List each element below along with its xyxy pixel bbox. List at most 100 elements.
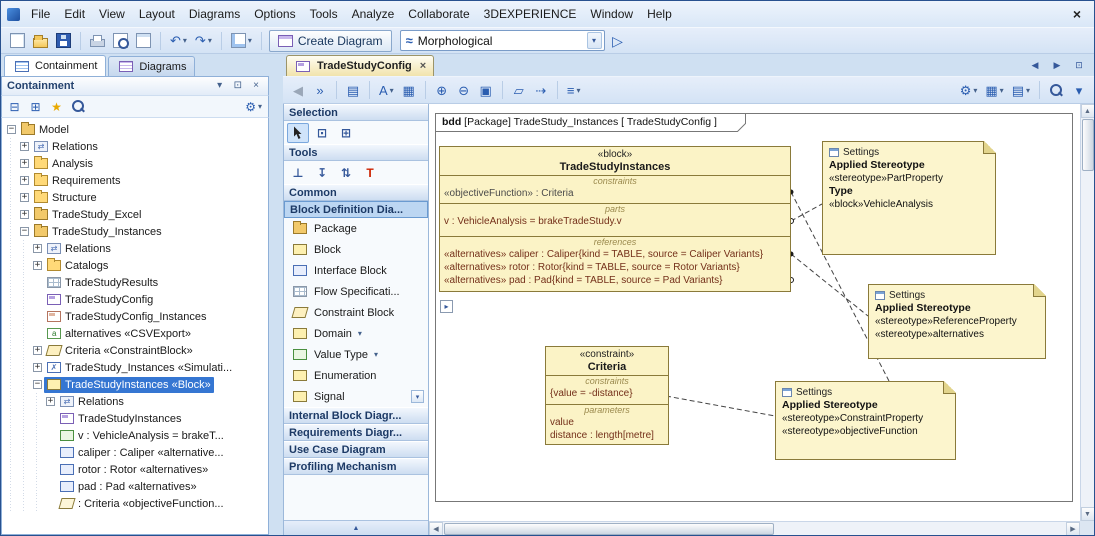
tabs-scroll-right-button[interactable]: ▶: [1047, 54, 1067, 76]
tree-item-rotor-rotor-alternatives[interactable]: rotor : Rotor «alternatives»: [5, 461, 268, 478]
text-tool[interactable]: T: [359, 163, 381, 183]
palette-category-selection[interactable]: Selection: [284, 104, 428, 121]
page-setup-button[interactable]: [133, 30, 154, 52]
expander-icon[interactable]: −: [20, 227, 29, 236]
anchor-line-referenceproperty[interactable]: [791, 254, 868, 316]
menu-help[interactable]: Help: [640, 5, 679, 23]
dependency-button[interactable]: ⇢: [531, 79, 551, 101]
print-preview-button[interactable]: [110, 30, 131, 52]
marquee-select-tool[interactable]: ⊡: [311, 123, 333, 143]
quick-search-button[interactable]: [68, 97, 89, 116]
panel-float-button[interactable]: ⊡: [231, 78, 245, 94]
palette-scroll-down-button[interactable]: ▾: [411, 390, 424, 403]
expander-icon[interactable]: +: [20, 159, 29, 168]
quick-layout-button[interactable]: ≡▾: [564, 79, 584, 101]
tabs-maximize-button[interactable]: ⊡: [1069, 54, 1089, 76]
vertical-scroll-thumb[interactable]: [1082, 119, 1094, 171]
undo-button[interactable]: ↶▾: [167, 30, 190, 52]
constraint-expression[interactable]: {value = -distance}: [546, 387, 668, 400]
palette-category-profiling-mechanism[interactable]: Profiling Mechanism: [284, 458, 428, 475]
tabs-scroll-left-button[interactable]: ◀: [1025, 54, 1045, 76]
palette-category-tools[interactable]: Tools: [284, 144, 428, 161]
palette-category-internal-block-diagr[interactable]: Internal Block Diagr...: [284, 407, 428, 424]
perspective-combobox[interactable]: ≈ Morphological ▾: [400, 30, 605, 51]
menu-options[interactable]: Options: [247, 5, 302, 23]
distribute-tool[interactable]: ⇅: [335, 163, 357, 183]
note-shape-button[interactable]: ▱: [509, 79, 529, 101]
settings-note-partproperty[interactable]: Settings Applied Stereotype «stereotype»…: [822, 141, 996, 255]
palette-item-package[interactable]: Package: [284, 218, 428, 239]
browse-tool[interactable]: ⊞: [335, 123, 357, 143]
swimlane-tool[interactable]: ↧: [311, 163, 333, 183]
redo-button[interactable]: ↷▾: [192, 30, 215, 52]
vertical-scrollbar[interactable]: ▲ ▼: [1080, 104, 1094, 521]
tree-item-tradestudyinstances[interactable]: TradeStudyInstances: [5, 410, 268, 427]
save-project-button[interactable]: [53, 30, 74, 52]
create-diagram-button[interactable]: Create Diagram: [269, 30, 392, 52]
back-button[interactable]: ◀: [288, 79, 308, 101]
expander-icon[interactable]: +: [33, 346, 42, 355]
diagram-aspect-button[interactable]: ▦: [399, 79, 419, 101]
tree-item-tradestudyconfig-instances[interactable]: TradeStudyConfig_Instances: [5, 308, 268, 325]
constraint-block-criteria[interactable]: «constraint» Criteria constraints {value…: [545, 346, 669, 445]
palette-item-signal[interactable]: Signal▾: [284, 386, 428, 407]
menu-collaborate[interactable]: Collaborate: [401, 5, 476, 23]
anchor-line-criteria[interactable]: [666, 396, 775, 416]
tree-item-alternatives-csvexport[interactable]: alternatives «CSVExport»: [5, 325, 268, 342]
tree-item-relations[interactable]: +Relations: [5, 138, 268, 155]
tab-containment[interactable]: Containment: [4, 55, 106, 76]
tree-item-tradestudy-excel[interactable]: +TradeStudy_Excel: [5, 206, 268, 223]
expander-icon[interactable]: +: [33, 261, 42, 270]
menu-3dexperience[interactable]: 3DEXPERIENCE: [477, 5, 584, 23]
expander-icon[interactable]: +: [20, 176, 29, 185]
palette-item-block[interactable]: Block: [284, 239, 428, 260]
menu-edit[interactable]: Edit: [57, 5, 92, 23]
open-perspective-button[interactable]: ▷: [608, 30, 628, 52]
horizontal-scrollbar[interactable]: ◀ ▶: [429, 521, 1080, 535]
tree-item-analysis[interactable]: +Analysis: [5, 155, 268, 172]
panel-options-button[interactable]: ▾: [213, 78, 227, 94]
tree-item-pad-pad-alternatives[interactable]: pad : Pad «alternatives»: [5, 478, 268, 495]
tab-tradestudyconfig[interactable]: TradeStudyConfig ×: [286, 55, 434, 76]
select-tool[interactable]: [287, 123, 309, 143]
settings-note-referenceproperty[interactable]: Settings Applied Stereotype «stereotype»…: [868, 284, 1046, 359]
palette-item-value-type[interactable]: Value Type▾: [284, 344, 428, 365]
tree-item-tradestudyinstances-block[interactable]: −TradeStudyInstances «Block»: [5, 376, 268, 393]
menu-window[interactable]: Window: [583, 5, 640, 23]
palette-collapse-bar[interactable]: ▲: [284, 520, 428, 535]
favorites-button[interactable]: ★: [47, 97, 66, 116]
toolbar-overflow-button[interactable]: »: [310, 79, 330, 101]
tree-item-v-vehicleanalysis-braket[interactable]: v : VehicleAnalysis = brakeT...: [5, 427, 268, 444]
tree-item-caliper-caliper-alternative[interactable]: caliper : Caliper «alternative...: [5, 444, 268, 461]
tree-item-catalogs[interactable]: +Catalogs: [5, 257, 268, 274]
expander-icon[interactable]: +: [33, 244, 42, 253]
menu-diagrams[interactable]: Diagrams: [182, 5, 247, 23]
palette-item-interface-block[interactable]: Interface Block: [284, 260, 428, 281]
tree-item-criteria-objectivefunction[interactable]: : Criteria «objectiveFunction...: [5, 495, 268, 512]
tab-close-icon[interactable]: ×: [420, 60, 426, 72]
tree-item-structure[interactable]: +Structure: [5, 189, 268, 206]
menu-analyze[interactable]: Analyze: [345, 5, 402, 23]
block-reference-line[interactable]: «alternatives» caliper : Caliper{kind = …: [440, 248, 790, 261]
expander-icon[interactable]: −: [7, 125, 16, 134]
open-project-button[interactable]: [30, 30, 51, 52]
scroll-down-button[interactable]: ▼: [1081, 507, 1095, 521]
scroll-right-button[interactable]: ▶: [1066, 522, 1080, 536]
tree-item-model[interactable]: −Model: [5, 121, 268, 138]
diagram-options-button[interactable]: ⚙▾: [957, 79, 981, 101]
palette-category-common[interactable]: Common: [284, 184, 428, 201]
text-style-button[interactable]: A▾: [376, 79, 397, 101]
parameter-line[interactable]: distance : length[metre]: [546, 429, 668, 442]
show-containment-button[interactable]: ▤: [343, 79, 363, 101]
tree-item-relations[interactable]: +Relations: [5, 240, 268, 257]
tree-item-tradestudyresults[interactable]: TradeStudyResults: [5, 274, 268, 291]
diagram-canvas[interactable]: bdd [Package] TradeStudy_Instances [ Tra…: [429, 104, 1080, 521]
expand-selected-button[interactable]: ⊞: [26, 97, 45, 116]
tree-item-tradestudy-instances-simulati[interactable]: +TradeStudy_Instances «Simulati...: [5, 359, 268, 376]
expander-icon[interactable]: −: [33, 380, 42, 389]
menu-view[interactable]: View: [92, 5, 132, 23]
tree-settings-button[interactable]: ⚙▾: [242, 97, 265, 116]
compartments-button[interactable]: ▤▾: [1009, 79, 1033, 101]
tab-diagrams[interactable]: Diagrams: [108, 56, 195, 76]
window-close-button[interactable]: ×: [1066, 6, 1088, 22]
